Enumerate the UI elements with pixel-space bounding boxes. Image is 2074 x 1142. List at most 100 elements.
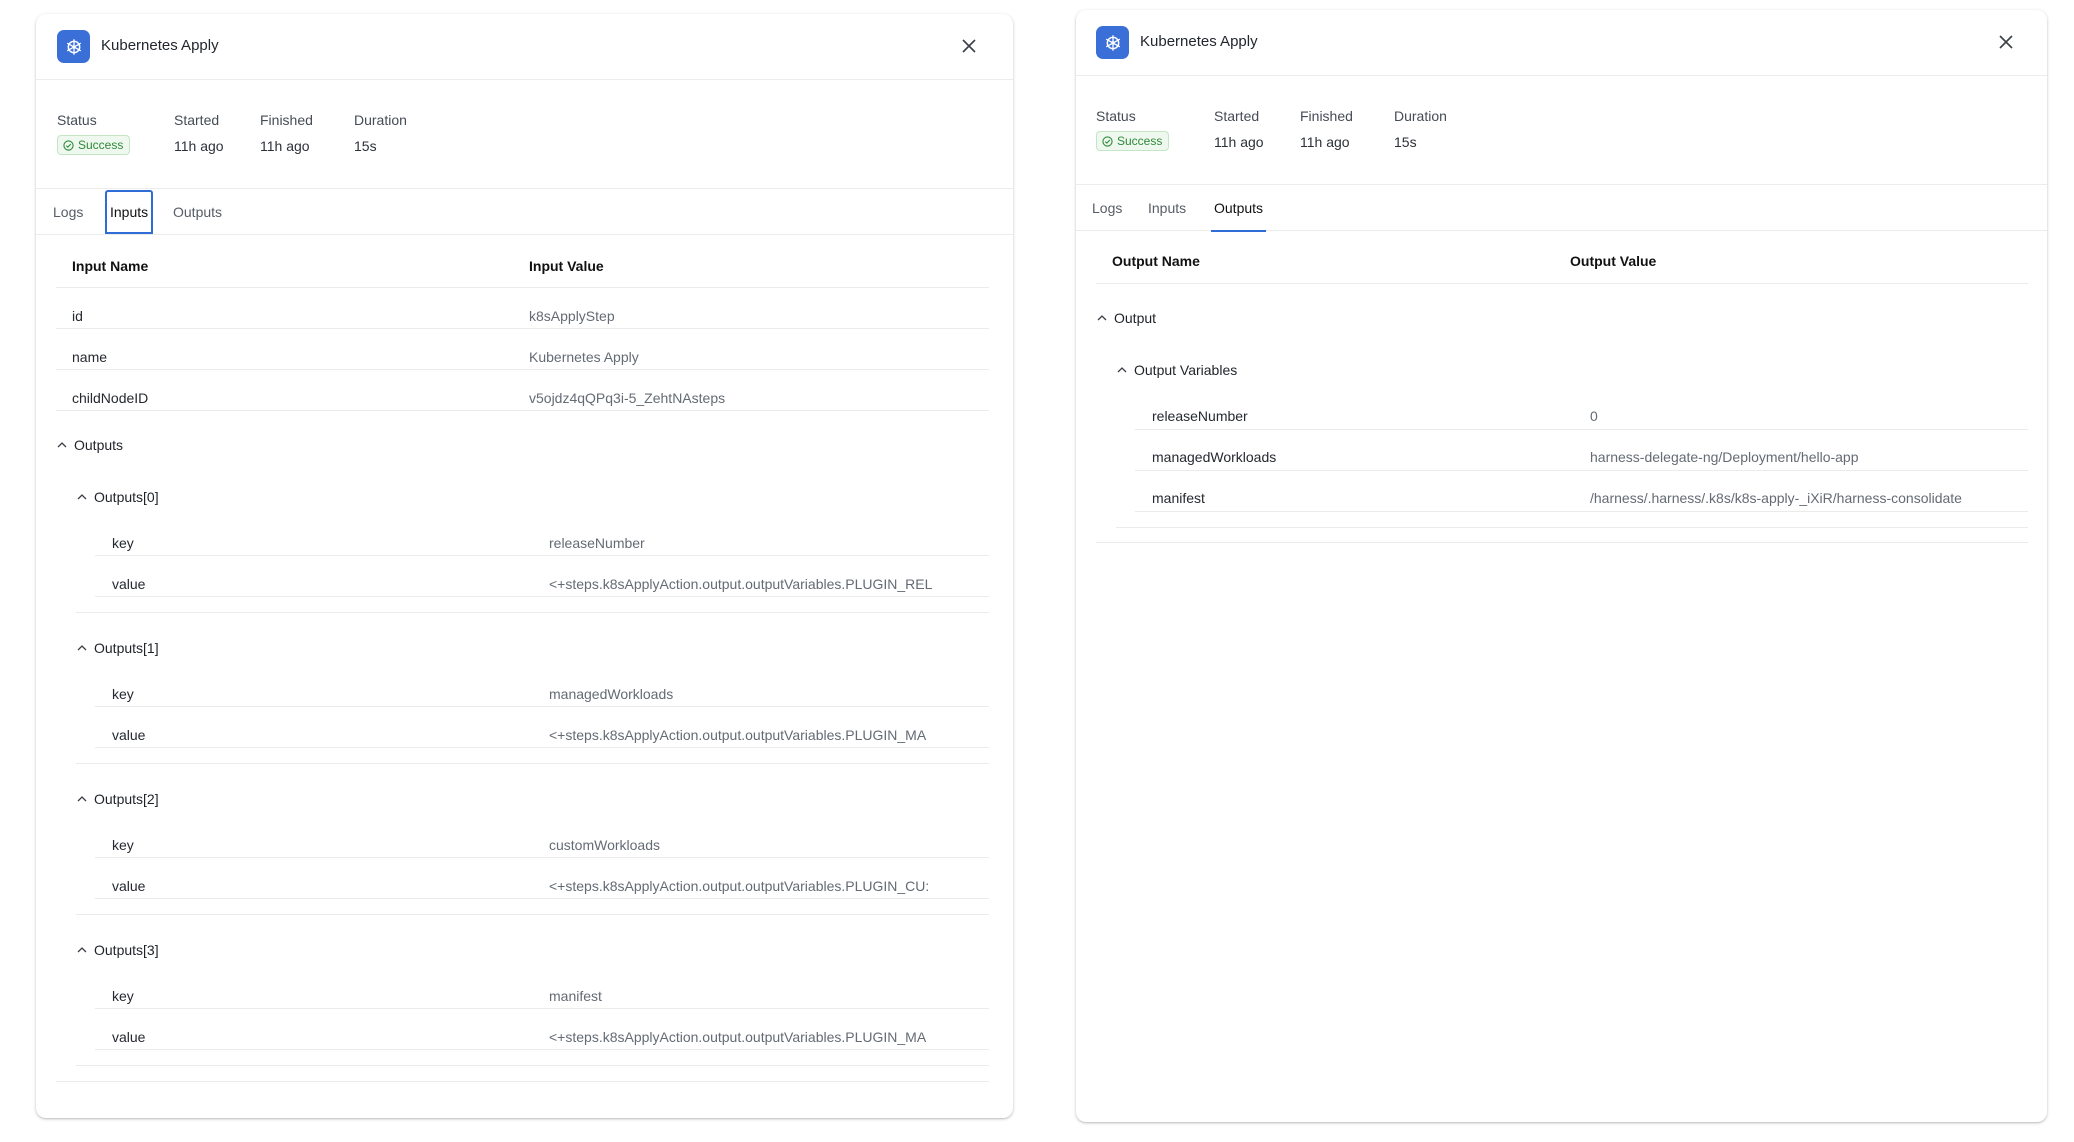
tab-outputs[interactable]: Outputs — [170, 189, 225, 235]
outputs-1-toggle[interactable]: Outputs[1] — [77, 640, 159, 656]
finished-label: Finished — [260, 112, 313, 128]
status-field: Status Success — [57, 112, 131, 156]
panel-header: Kubernetes Apply — [1076, 10, 2047, 76]
finished-value: 11h ago — [1300, 134, 1350, 150]
subgroup-label: Outputs[1] — [94, 640, 159, 656]
chevron-up-icon — [77, 494, 87, 500]
input-name: id — [72, 308, 83, 324]
duration-label: Duration — [354, 112, 407, 128]
column-header-value: Output Value — [1570, 253, 1657, 269]
chevron-up-icon — [77, 947, 87, 953]
output-key-label: key — [112, 535, 134, 551]
finished-field: Finished 11h ago — [260, 112, 313, 154]
output-key-label: key — [112, 686, 134, 702]
output-value-expression: <+steps.k8sApplyAction.output.outputVari… — [549, 727, 927, 743]
duration-value: 15s — [354, 138, 377, 154]
output-value-expression: <+steps.k8sApplyAction.output.outputVari… — [549, 878, 930, 894]
outputs-group-toggle[interactable]: Outputs — [57, 437, 123, 453]
input-value: v5ojdz4qQPq3i-5_ZehtNAsteps — [529, 390, 726, 406]
panel-header: Kubernetes Apply — [36, 14, 1013, 80]
kubernetes-icon — [1096, 26, 1129, 59]
tab-logs[interactable]: Logs — [50, 189, 86, 235]
output-variable-value: 0 — [1590, 408, 1598, 424]
status-label: Status — [1096, 108, 1136, 124]
output-value-label: value — [112, 878, 146, 894]
output-key-value: customWorkloads — [549, 837, 661, 853]
input-value: Kubernetes Apply — [529, 349, 639, 365]
chevron-up-icon — [77, 796, 87, 802]
check-circle-icon — [63, 139, 74, 151]
duration-field: Duration 15s — [354, 112, 407, 154]
column-header-name: Output Name — [1112, 253, 1200, 269]
run-summary: Status Success Started 11h ago Finished … — [36, 80, 1013, 189]
status-value: Success — [1117, 134, 1163, 148]
started-field: Started 11h ago — [174, 112, 224, 154]
output-value-expression: <+steps.k8sApplyAction.output.outputVari… — [549, 576, 933, 592]
input-name: childNodeID — [72, 390, 149, 406]
duration-field: Duration 15s — [1394, 108, 1447, 150]
close-icon — [1999, 35, 2013, 49]
outputs-0-toggle[interactable]: Outputs[0] — [77, 489, 159, 505]
close-button[interactable] — [957, 34, 981, 58]
status-label: Status — [57, 112, 97, 128]
tab-outputs[interactable]: Outputs — [1211, 185, 1267, 232]
tab-logs[interactable]: Logs — [1089, 185, 1125, 231]
outputs-3-toggle[interactable]: Outputs[3] — [77, 942, 159, 958]
outputs-2-toggle[interactable]: Outputs[2] — [77, 791, 159, 807]
group-label: Output — [1114, 310, 1157, 326]
subgroup-label: Output Variables — [1134, 362, 1238, 378]
output-variable-value: harness-delegate-ng/Deployment/hello-app — [1590, 449, 1859, 465]
status-badge: Success — [57, 135, 131, 155]
finished-value: 11h ago — [260, 138, 310, 154]
chevron-up-icon — [1097, 315, 1107, 321]
tab-inputs[interactable]: Inputs — [105, 190, 154, 234]
started-label: Started — [174, 112, 220, 128]
chevron-up-icon — [77, 645, 87, 651]
output-value-expression: <+steps.k8sApplyAction.output.outputVari… — [549, 1029, 927, 1045]
column-header-value: Input Value — [529, 258, 604, 274]
output-key-label: key — [112, 988, 134, 1004]
output-variable-name: manifest — [1152, 490, 1205, 506]
group-label: Outputs — [74, 437, 124, 453]
started-value: 11h ago — [1214, 134, 1264, 150]
chevron-up-icon — [57, 442, 67, 448]
run-summary: Status Success Started 11h ago Finished … — [1076, 76, 2047, 185]
input-value: k8sApplyStep — [529, 308, 615, 324]
output-key-value: managedWorkloads — [549, 686, 674, 702]
finished-field: Finished 11h ago — [1300, 108, 1353, 150]
output-value-label: value — [112, 576, 146, 592]
output-key-value: releaseNumber — [549, 535, 645, 551]
subgroup-label: Outputs[0] — [94, 489, 159, 505]
output-key-value: manifest — [549, 988, 602, 1004]
tab-bar: Logs Inputs Outputs — [1076, 185, 2047, 232]
started-label: Started — [1214, 108, 1260, 124]
output-variable-name: managedWorkloads — [1152, 449, 1277, 465]
started-field: Started 11h ago — [1214, 108, 1264, 150]
output-variables-toggle[interactable]: Output Variables — [1117, 362, 1237, 378]
panel-title: Kubernetes Apply — [1140, 33, 1258, 50]
status-value: Success — [78, 138, 124, 152]
kubernetes-icon — [57, 30, 90, 63]
check-circle-icon — [1102, 135, 1113, 147]
duration-value: 15s — [1394, 134, 1417, 150]
duration-label: Duration — [1394, 108, 1447, 124]
subgroup-label: Outputs[3] — [94, 942, 159, 958]
output-value-label: value — [112, 727, 146, 743]
close-button[interactable] — [1994, 30, 2018, 54]
input-name: name — [72, 349, 108, 365]
tab-bar: Logs Inputs Outputs — [36, 189, 1013, 235]
output-variable-name: releaseNumber — [1152, 408, 1248, 424]
close-icon — [962, 39, 976, 53]
subgroup-label: Outputs[2] — [94, 791, 159, 807]
panel-title: Kubernetes Apply — [101, 37, 219, 54]
output-value-label: value — [112, 1029, 146, 1045]
tab-inputs[interactable]: Inputs — [1145, 185, 1189, 231]
finished-label: Finished — [1300, 108, 1353, 124]
chevron-up-icon — [1117, 367, 1127, 373]
started-value: 11h ago — [174, 138, 224, 154]
output-key-label: key — [112, 837, 134, 853]
output-variable-value: /harness/.harness/.k8s/k8s-apply-_iXiR/h… — [1590, 490, 1962, 506]
output-group-toggle[interactable]: Output — [1097, 310, 1156, 326]
column-header-name: Input Name — [72, 258, 149, 274]
step-details-panel-left: Kubernetes Apply Status Success Started … — [36, 14, 1013, 1118]
